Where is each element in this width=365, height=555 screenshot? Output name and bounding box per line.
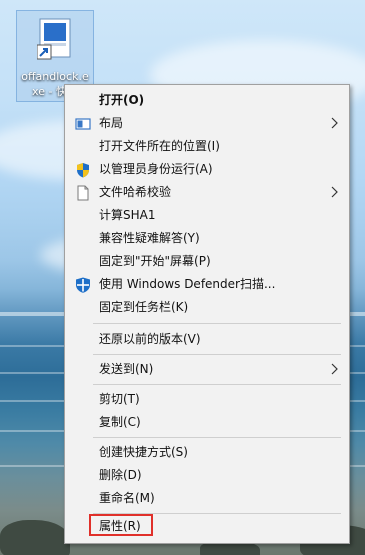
menu-item-label: 固定到任务栏(K): [99, 300, 189, 314]
highlight-annotation-box: [89, 514, 153, 536]
menu-item-copy[interactable]: 复制(C): [65, 411, 349, 433]
context-menu: 打开(O) 布局 打开文件所在的位置(I) 以管理员身份运行(A) 文件哈希校验…: [64, 84, 350, 544]
menu-item-label: 计算SHA1: [99, 208, 156, 222]
chevron-right-icon: [331, 363, 338, 375]
file-icon: [77, 185, 89, 201]
menu-item-pin-taskbar[interactable]: 固定到任务栏(K): [65, 296, 349, 318]
menu-item-label: 使用 Windows Defender扫描...: [99, 277, 276, 291]
shortcut-file-icon: [37, 18, 71, 60]
menu-item-file-hash[interactable]: 文件哈希校验: [65, 181, 349, 203]
menu-item-label: 兼容性疑难解答(Y): [99, 231, 200, 245]
menu-item-open-location[interactable]: 打开文件所在的位置(I): [65, 135, 349, 157]
menu-item-cut[interactable]: 剪切(T): [65, 388, 349, 410]
menu-item-defender-scan[interactable]: 使用 Windows Defender扫描...: [65, 273, 349, 295]
defender-icon: [76, 277, 90, 293]
menu-item-label: 剪切(T): [99, 392, 140, 406]
menu-item-label: 固定到"开始"屏幕(P): [99, 254, 211, 268]
menu-item-label: 复制(C): [99, 415, 141, 429]
menu-separator: [93, 354, 341, 355]
menu-item-label: 打开(O): [99, 93, 145, 107]
menu-separator: [93, 437, 341, 438]
menu-item-restore-versions[interactable]: 还原以前的版本(V): [65, 328, 349, 350]
menu-item-label: 文件哈希校验: [99, 185, 172, 199]
menu-item-label: 还原以前的版本(V): [99, 332, 201, 346]
menu-item-label: 创建快捷方式(S): [99, 445, 188, 459]
menu-item-label: 打开文件所在的位置(I): [99, 139, 220, 153]
menu-item-sha1[interactable]: 计算SHA1: [65, 204, 349, 226]
menu-item-send-to[interactable]: 发送到(N): [65, 358, 349, 380]
menu-item-rename[interactable]: 重命名(M): [65, 487, 349, 509]
uac-shield-icon: [77, 163, 89, 178]
menu-item-run-as-admin[interactable]: 以管理员身份运行(A): [65, 158, 349, 180]
chevron-right-icon: [331, 186, 338, 198]
menu-separator: [93, 323, 341, 324]
menu-item-label: 重命名(M): [99, 491, 155, 505]
menu-separator: [93, 384, 341, 385]
menu-item-layout[interactable]: 布局: [65, 112, 349, 134]
layout-icon: [75, 118, 91, 130]
menu-item-delete[interactable]: 删除(D): [65, 464, 349, 486]
menu-item-label: 以管理员身份运行(A): [99, 162, 213, 176]
menu-item-label: 布局: [99, 116, 124, 130]
menu-item-create-shortcut[interactable]: 创建快捷方式(S): [65, 441, 349, 463]
menu-item-pin-start[interactable]: 固定到"开始"屏幕(P): [65, 250, 349, 272]
chevron-right-icon: [331, 117, 338, 129]
menu-item-compatibility[interactable]: 兼容性疑难解答(Y): [65, 227, 349, 249]
menu-item-label: 发送到(N): [99, 362, 154, 376]
menu-item-label: 删除(D): [99, 468, 142, 482]
menu-item-open[interactable]: 打开(O): [65, 89, 349, 111]
